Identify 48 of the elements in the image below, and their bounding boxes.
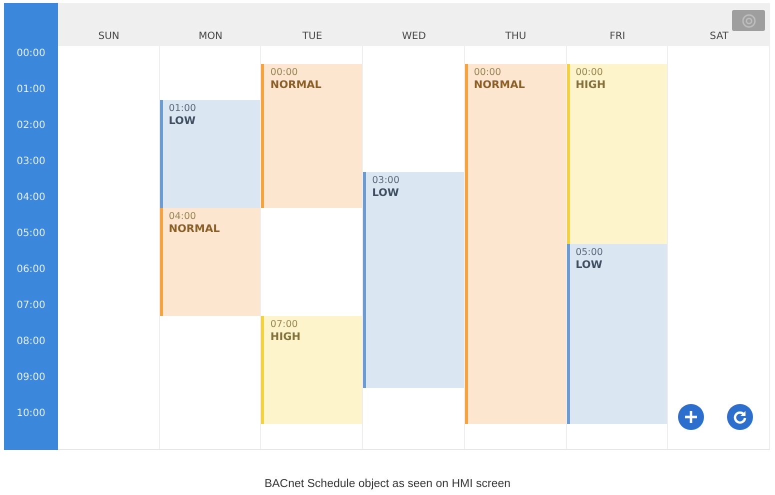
time-label: 07:00 <box>16 300 46 313</box>
refresh-icon <box>733 410 747 424</box>
time-label: 03:00 <box>16 156 46 169</box>
day-label: THU <box>504 31 528 44</box>
event-level: HIGH <box>576 79 606 92</box>
event-time: 01:00 <box>168 103 196 115</box>
schedule-event[interactable]: 01:00 LOW <box>160 100 260 208</box>
day-label: WED <box>401 31 427 44</box>
time-label: 04:00 <box>16 192 46 205</box>
event-level: LOW <box>168 115 196 128</box>
schedule-event[interactable]: 03:00 LOW <box>363 172 464 388</box>
event-time: 00:00 <box>576 67 603 79</box>
event-level: HIGH <box>270 331 301 344</box>
settings-icon <box>742 14 756 28</box>
event-level: LOW <box>576 259 602 272</box>
day-label: MON <box>198 31 224 44</box>
time-label: 10:00 <box>16 408 46 421</box>
plus-icon <box>684 410 698 424</box>
figure-caption: BACnet Schedule object as seen on HMI screen <box>263 478 512 490</box>
event-time: 04:00 <box>168 211 196 223</box>
time-label: 00:00 <box>16 48 46 61</box>
event-time: 00:00 <box>270 67 298 79</box>
time-label: 06:00 <box>16 264 46 277</box>
event-time: 03:00 <box>372 175 400 187</box>
schedule-event[interactable]: 00:00 NORMAL <box>464 64 566 424</box>
event-level: NORMAL <box>270 79 322 92</box>
schedule-event[interactable]: 04:00 NORMAL <box>160 208 260 316</box>
add-button[interactable] <box>678 404 704 430</box>
day-label: FRI <box>608 31 626 44</box>
day-label: TUE <box>301 31 324 44</box>
time-label: 05:00 <box>16 228 46 241</box>
event-level: NORMAL <box>474 79 525 92</box>
event-time: 00:00 <box>474 67 502 79</box>
schedule-event[interactable]: 05:00 LOW <box>566 244 668 424</box>
event-level: LOW <box>372 187 399 200</box>
time-label: 08:00 <box>16 336 46 349</box>
refresh-button[interactable] <box>727 404 753 430</box>
event-time: 07:00 <box>270 319 298 331</box>
time-label: 02:00 <box>16 120 46 133</box>
schedule-event[interactable]: 00:00 NORMAL <box>261 64 362 208</box>
day-label: SUN <box>97 31 120 44</box>
day-label: SAT <box>708 31 730 44</box>
time-label: 09:00 <box>16 372 46 385</box>
schedule-event[interactable]: 00:00 HIGH <box>566 64 668 244</box>
event-level: NORMAL <box>168 223 220 236</box>
schedule-event[interactable]: 07:00 HIGH <box>261 316 362 424</box>
event-time: 05:00 <box>576 247 603 259</box>
time-label: 01:00 <box>16 84 46 97</box>
